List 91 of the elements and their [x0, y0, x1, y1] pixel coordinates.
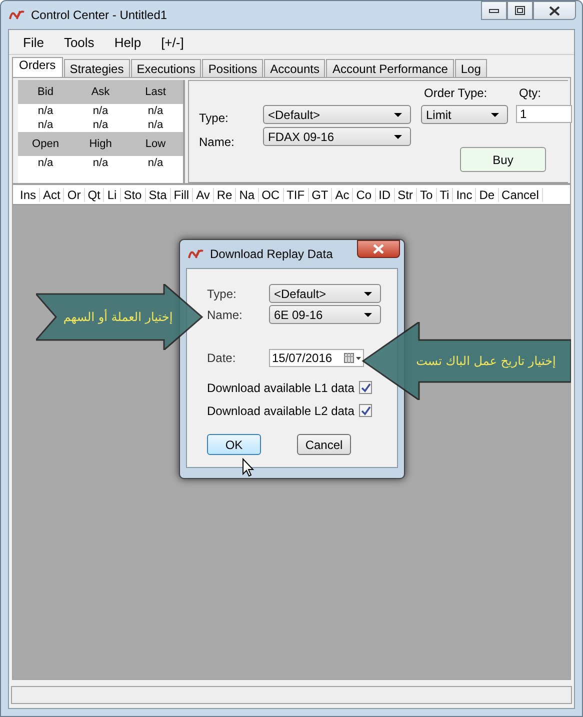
column-header: ID [376, 188, 395, 202]
column-header: Or [64, 188, 85, 202]
table-cell-text: n/a [92, 105, 110, 117]
tab[interactable]: Strategies [64, 59, 130, 77]
column-header: Low [144, 138, 167, 150]
table-cell-text: n/a [146, 105, 164, 117]
column-header: Last [144, 86, 167, 98]
checkbox[interactable] [359, 381, 372, 394]
column-header: Qt [84, 188, 104, 202]
column-header: High [88, 138, 113, 150]
minimize-button[interactable] [481, 1, 507, 20]
minimize-icon [489, 8, 499, 12]
ok-button[interactable]: OK [207, 434, 261, 455]
column-header: Av [193, 188, 214, 202]
tab[interactable]: Log [454, 59, 487, 77]
date-field[interactable]: 15/07/2016 [269, 348, 364, 366]
column-header: Ins [17, 188, 40, 202]
callout-text: إختيار العملة أو السهم [63, 310, 173, 324]
dialog-title: Download Replay Data [210, 247, 333, 261]
checkbox-label: Download available L1 data [207, 380, 354, 394]
logo-icon [188, 248, 204, 260]
calendar-icon[interactable] [344, 352, 361, 362]
qty-field[interactable]: 1 [516, 105, 572, 123]
tab[interactable]: Accounts [264, 59, 326, 77]
column-header: Ask [90, 86, 111, 98]
caret-icon [491, 112, 499, 116]
menu-item[interactable]: Tools [64, 34, 94, 50]
column-header: Li [104, 188, 121, 202]
column-header: Fill [170, 188, 194, 202]
column-header: Inc [453, 188, 476, 202]
column-header: De [476, 188, 499, 202]
column-header: TIF [284, 188, 309, 202]
tab[interactable]: Account Performance [326, 59, 454, 77]
column-header: Bid [36, 86, 54, 98]
tab[interactable]: Orders [12, 57, 63, 77]
column-header: Open [31, 138, 60, 150]
caret-icon [394, 134, 402, 138]
close-icon [549, 6, 560, 16]
column-header: Re [214, 188, 236, 202]
maximize-button[interactable] [507, 1, 533, 20]
table-cell-text: n/a [146, 119, 164, 131]
field-label: Type: [207, 286, 238, 300]
menu-item[interactable]: Help [114, 34, 142, 50]
tab[interactable]: Positions [202, 59, 264, 77]
name-dropdown[interactable]: 6E 09-16 [269, 305, 381, 324]
table-cell-text: n/a [146, 157, 164, 169]
table-cell-text: n/a [36, 105, 54, 117]
mouse-pointer-icon [242, 458, 255, 478]
table-cell-text: n/a [36, 157, 54, 169]
column-header: Co [353, 188, 376, 202]
table-cell-text: n/a [92, 157, 110, 169]
column-header: Ac [332, 188, 354, 202]
type-dropdown[interactable]: <Default> [263, 105, 411, 124]
field-label: Order Type: [424, 86, 488, 100]
cancel-button[interactable]: Cancel [297, 434, 351, 455]
tab[interactable]: Executions [130, 59, 202, 77]
caret-icon [364, 312, 372, 316]
maximize-icon [515, 6, 525, 15]
column-header: Cancel [498, 188, 543, 202]
close-icon [373, 244, 384, 254]
order-type-dropdown[interactable]: Limit [421, 105, 508, 124]
field-label: Name: [207, 308, 244, 322]
column-header: Str [394, 188, 417, 202]
column-header: GT [308, 188, 332, 202]
menu-item[interactable]: File [23, 34, 44, 50]
field-label: Type: [199, 111, 228, 125]
column-header: Na [236, 188, 259, 202]
name-dropdown[interactable]: FDAX 09-16 [263, 127, 411, 146]
field-label: Date: [207, 350, 237, 364]
column-header: To [416, 188, 437, 202]
window-title: Control Center - Untitled1 [31, 8, 168, 22]
checkbox-label: Download available L2 data [207, 404, 354, 418]
field-label: Name: [199, 135, 234, 149]
column-header: Ti [436, 188, 454, 202]
column-header: Sto [120, 188, 146, 202]
column-header: Act [40, 188, 64, 202]
field-label: Qty: [519, 86, 542, 100]
checkbox[interactable] [359, 404, 372, 417]
close-button[interactable] [357, 240, 400, 258]
buy-button[interactable]: Buy [460, 147, 546, 172]
column-header: OC [258, 188, 284, 202]
caret-icon [394, 112, 402, 116]
caret-icon [364, 292, 372, 296]
table-cell-text: n/a [92, 119, 110, 131]
type-dropdown[interactable]: <Default> [269, 284, 381, 303]
close-button[interactable] [533, 1, 576, 20]
table-cell-text: n/a [36, 119, 54, 131]
callout-text: إختيار تاريخ عمل الباك تست [416, 354, 556, 368]
menu-item[interactable]: [+/-] [161, 34, 184, 50]
logo-icon [9, 9, 25, 21]
column-header: Sta [146, 188, 171, 202]
